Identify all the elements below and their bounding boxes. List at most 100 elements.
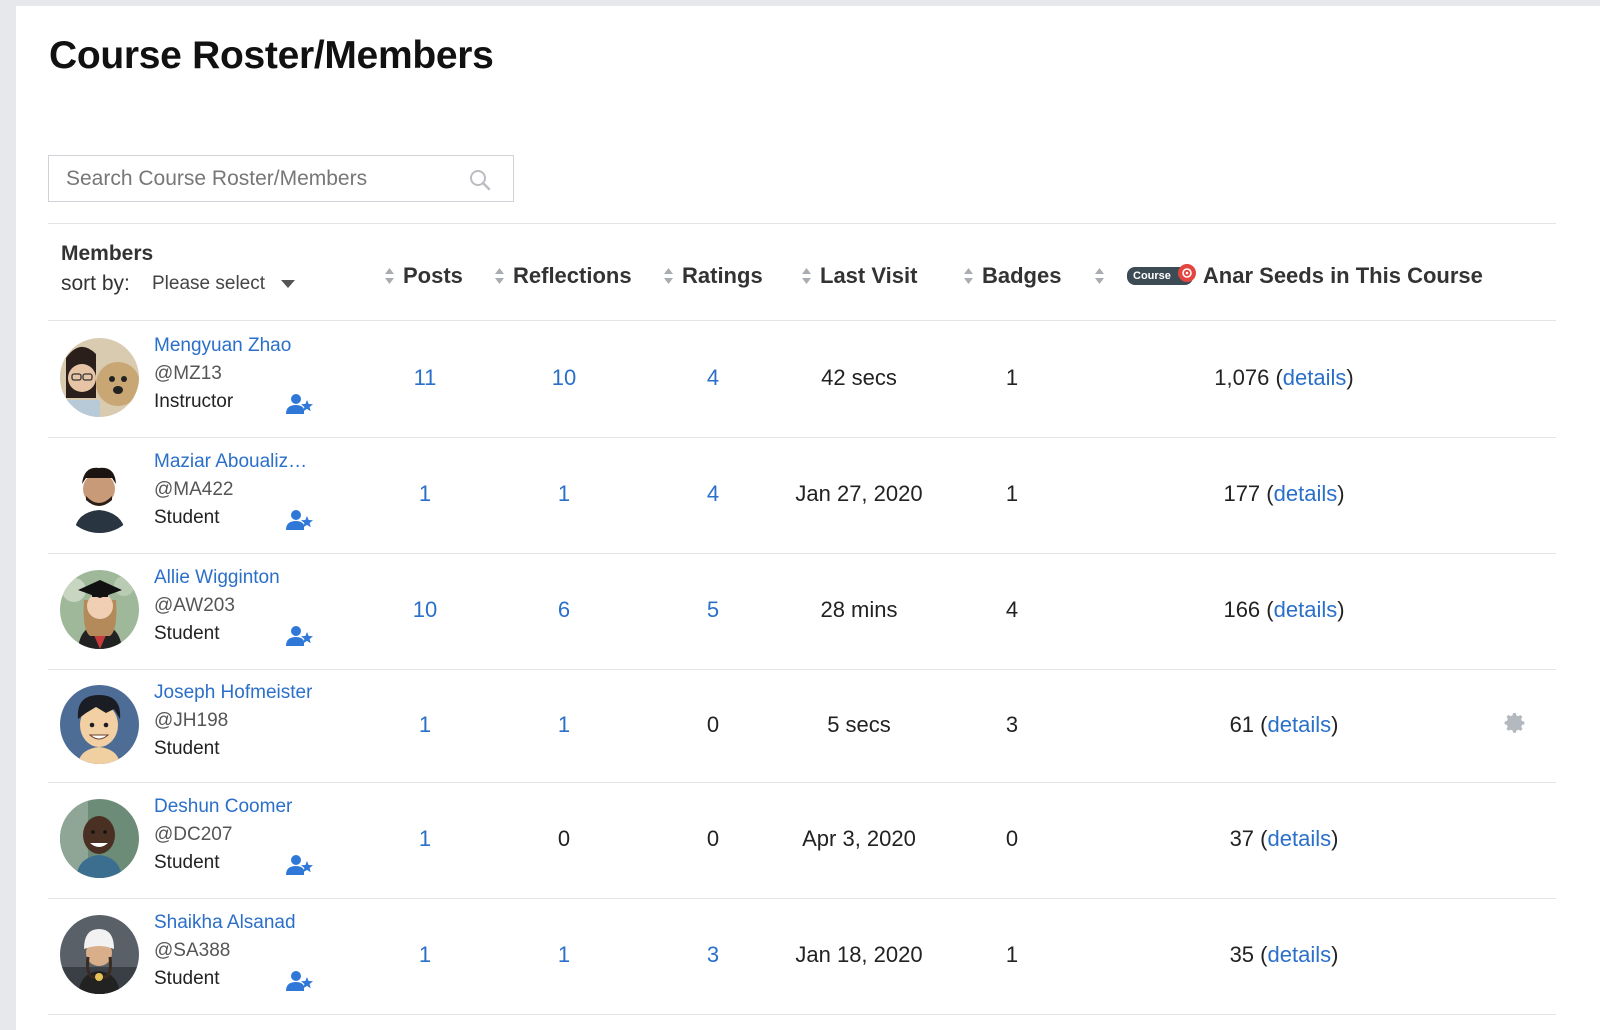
reflections-count: 0 bbox=[557, 826, 571, 851]
avatar[interactable] bbox=[60, 338, 139, 417]
avatar[interactable] bbox=[60, 454, 139, 533]
sort-arrows-icon bbox=[802, 268, 811, 284]
badges-count: 1 bbox=[1005, 942, 1019, 967]
ratings-count[interactable]: 3 bbox=[707, 942, 719, 968]
avatar[interactable] bbox=[60, 799, 139, 878]
member-role: Student bbox=[154, 738, 220, 759]
last-visit-column-header[interactable]: Last Visit bbox=[801, 261, 917, 291]
gear-icon[interactable] bbox=[1503, 711, 1527, 735]
reflections-count[interactable]: 10 bbox=[552, 365, 576, 391]
table-row: Mengyuan Zhao @MZ13 Instructor 11 10 4 42 secs… bbox=[48, 321, 1556, 437]
member-name-link[interactable]: Deshun Coomer bbox=[154, 796, 292, 818]
badges-count: 1 bbox=[1005, 365, 1019, 390]
member-name-link[interactable]: Joseph Hofmeister bbox=[154, 682, 312, 704]
ratings-column-header[interactable]: Ratings bbox=[663, 261, 763, 291]
ratings-count: 0 bbox=[706, 712, 720, 737]
seeds-value: 177 bbox=[1223, 481, 1261, 506]
reflections-count[interactable]: 1 bbox=[558, 942, 570, 968]
user-plus-star-icon[interactable] bbox=[286, 970, 313, 992]
seeds-details-link[interactable]: details bbox=[1268, 712, 1332, 737]
badges-count: 0 bbox=[1005, 826, 1019, 851]
member-name-link[interactable]: Allie Wigginton bbox=[154, 567, 280, 589]
ratings-column-label: Ratings bbox=[682, 263, 763, 288]
last-visit-value: 42 secs bbox=[821, 365, 897, 390]
posts-count[interactable]: 1 bbox=[419, 826, 431, 852]
member-role: Student bbox=[154, 968, 220, 989]
posts-count[interactable]: 1 bbox=[419, 712, 431, 738]
divider bbox=[48, 223, 1556, 224]
last-visit-value: Jan 27, 2020 bbox=[795, 481, 923, 506]
member-role: Instructor bbox=[154, 391, 234, 412]
reflections-count[interactable]: 6 bbox=[558, 597, 570, 623]
seeds-cell: 177 (details) bbox=[1223, 481, 1345, 506]
member-handle: @DC207 bbox=[154, 824, 233, 845]
posts-column-header[interactable]: Posts bbox=[384, 261, 463, 291]
table-row: Joseph Hofmeister @JH198 Student 1 1 0 5 secs 3… bbox=[48, 669, 1556, 782]
members-column-header: Members bbox=[61, 242, 154, 265]
seeds-value: 1,076 bbox=[1214, 365, 1270, 390]
search-box[interactable] bbox=[48, 155, 514, 202]
posts-count[interactable]: 11 bbox=[414, 365, 437, 391]
reflections-count[interactable]: 1 bbox=[558, 481, 570, 507]
avatar[interactable] bbox=[60, 685, 139, 764]
seeds-cell: 35 (details) bbox=[1229, 942, 1339, 967]
last-visit-value: Apr 3, 2020 bbox=[802, 826, 916, 851]
avatar[interactable] bbox=[60, 915, 139, 994]
divider bbox=[48, 1014, 1556, 1015]
member-role: Student bbox=[154, 623, 220, 644]
user-plus-star-icon[interactable] bbox=[286, 509, 313, 531]
badges-column-label: Badges bbox=[982, 263, 1062, 288]
sort-arrows-icon bbox=[1095, 268, 1104, 284]
member-role: Student bbox=[154, 852, 220, 873]
member-handle: @JH198 bbox=[154, 710, 229, 731]
ratings-count[interactable]: 4 bbox=[707, 365, 719, 391]
avatar[interactable] bbox=[60, 570, 139, 649]
member-handle: @SA388 bbox=[154, 940, 231, 961]
seeds-value: 166 bbox=[1223, 597, 1261, 622]
seeds-details-link[interactable]: details bbox=[1274, 597, 1338, 622]
user-plus-star-icon[interactable] bbox=[286, 393, 313, 415]
last-visit-value: Jan 18, 2020 bbox=[795, 942, 923, 967]
posts-count[interactable]: 10 bbox=[413, 597, 437, 623]
seeds-details-link[interactable]: details bbox=[1268, 942, 1332, 967]
badges-column-header[interactable]: Badges bbox=[963, 261, 1061, 291]
search-icon[interactable] bbox=[469, 169, 491, 191]
reflections-count[interactable]: 1 bbox=[558, 712, 570, 738]
table-row: Deshun Coomer @DC207 Student 1 0 0 Apr 3, 2020… bbox=[48, 782, 1556, 898]
course-badge: Course bbox=[1127, 264, 1196, 285]
reflections-column-label: Reflections bbox=[513, 263, 632, 288]
ratings-count[interactable]: 5 bbox=[707, 597, 719, 623]
member-name-link[interactable]: Maziar Aboualiz… bbox=[154, 451, 307, 473]
sort-arrows-icon bbox=[385, 268, 394, 284]
roster-page: Course Roster/Members Members sort by: P… bbox=[16, 6, 1600, 1030]
sort-arrows-icon bbox=[495, 268, 504, 284]
sort-arrows-icon bbox=[964, 268, 973, 284]
seeds-details-link[interactable]: details bbox=[1283, 365, 1347, 390]
anar-seed-icon bbox=[1177, 264, 1196, 282]
user-plus-star-icon[interactable] bbox=[286, 854, 313, 876]
user-plus-star-icon[interactable] bbox=[286, 625, 313, 647]
ratings-count[interactable]: 4 bbox=[707, 481, 719, 507]
page-title: Course Roster/Members bbox=[49, 34, 494, 77]
posts-count[interactable]: 1 bbox=[419, 942, 431, 968]
sort-by-label: sort by: bbox=[61, 272, 130, 295]
badges-count: 4 bbox=[1005, 597, 1019, 622]
table-row: Allie Wigginton @AW203 Student 10 6 5 28 mins 4… bbox=[48, 553, 1556, 669]
seeds-value: 35 bbox=[1229, 942, 1255, 967]
seeds-column-header[interactable]: Course Anar Seeds in This Course bbox=[1094, 261, 1483, 291]
sort-by-dropdown[interactable]: Please select bbox=[152, 272, 296, 296]
table-row: Shaikha Alsanad @SA388 Student 1 1 3 Jan 18, 2… bbox=[48, 898, 1556, 1014]
member-name-link[interactable]: Mengyuan Zhao bbox=[154, 335, 291, 357]
reflections-column-header[interactable]: Reflections bbox=[494, 261, 632, 291]
seeds-value: 61 bbox=[1229, 712, 1255, 737]
posts-count[interactable]: 1 bbox=[419, 481, 431, 507]
posts-column-label: Posts bbox=[403, 263, 463, 288]
last-visit-value: 5 secs bbox=[827, 712, 891, 737]
sort-arrows-icon bbox=[664, 268, 673, 284]
seeds-details-link[interactable]: details bbox=[1268, 826, 1332, 851]
member-name-link[interactable]: Shaikha Alsanad bbox=[154, 912, 296, 934]
sort-by-value: Please select bbox=[152, 273, 266, 294]
search-input[interactable] bbox=[49, 156, 469, 201]
chevron-down-icon bbox=[281, 280, 296, 288]
seeds-details-link[interactable]: details bbox=[1274, 481, 1338, 506]
